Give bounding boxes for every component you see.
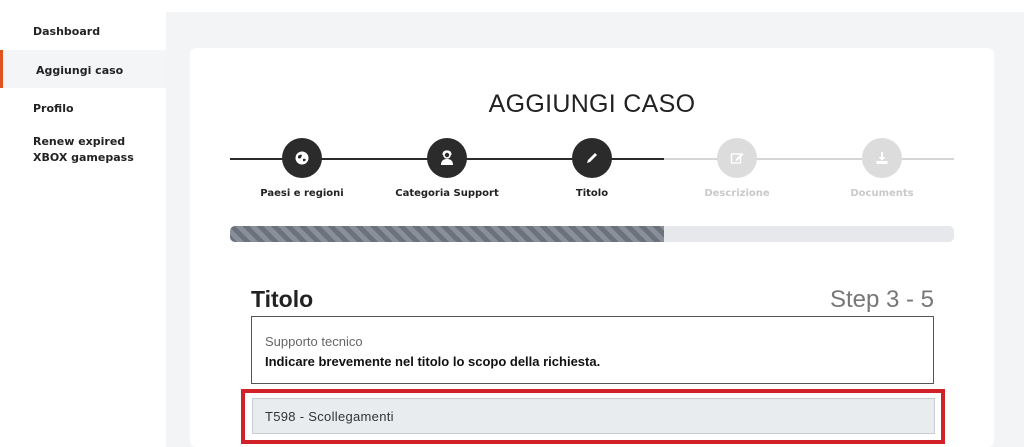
step-label: Categoria Support xyxy=(395,188,499,199)
support-agent-icon xyxy=(427,138,467,178)
step-paesi-regioni[interactable]: Paesi e regioni xyxy=(232,138,372,199)
step-counter: Step 3 - 5 xyxy=(829,286,934,313)
sidebar-item-profilo[interactable]: Profilo xyxy=(0,101,166,117)
step-label: Paesi e regioni xyxy=(260,188,344,199)
sidebar-item-aggiungi-caso[interactable]: Aggiungi caso xyxy=(0,50,166,88)
step-label: Titolo xyxy=(575,188,609,199)
step-label: Descrizione xyxy=(704,188,770,199)
step-label: Documents xyxy=(850,188,914,199)
info-box: Supporto tecnico Indicare brevemente nel… xyxy=(251,316,934,384)
step-titolo[interactable]: Titolo xyxy=(522,138,662,199)
edit-icon xyxy=(717,138,757,178)
globe-icon xyxy=(282,138,322,178)
step-descrizione[interactable]: Descrizione xyxy=(667,138,807,199)
sidebar: Dashboard Aggiungi caso Profilo Renew ex… xyxy=(0,0,166,447)
sidebar-item-dashboard[interactable]: Dashboard xyxy=(0,24,166,40)
sidebar-item-renew-xbox[interactable]: Renew expired XBOX gamepass xyxy=(0,134,150,166)
pencil-icon xyxy=(572,138,612,178)
progress-bar xyxy=(230,226,954,242)
category-label: Supporto tecnico xyxy=(265,334,363,349)
step-categoria-support[interactable]: Categoria Support xyxy=(377,138,517,199)
download-icon xyxy=(862,138,902,178)
page-title: AGGIUNGI CASO xyxy=(488,90,696,118)
title-input[interactable] xyxy=(252,398,935,434)
progress-fill xyxy=(230,226,665,242)
hint-text: Indicare brevemente nel titolo lo scopo … xyxy=(265,354,601,369)
section-title: Titolo xyxy=(251,286,314,312)
step-documents[interactable]: Documents xyxy=(812,138,952,199)
